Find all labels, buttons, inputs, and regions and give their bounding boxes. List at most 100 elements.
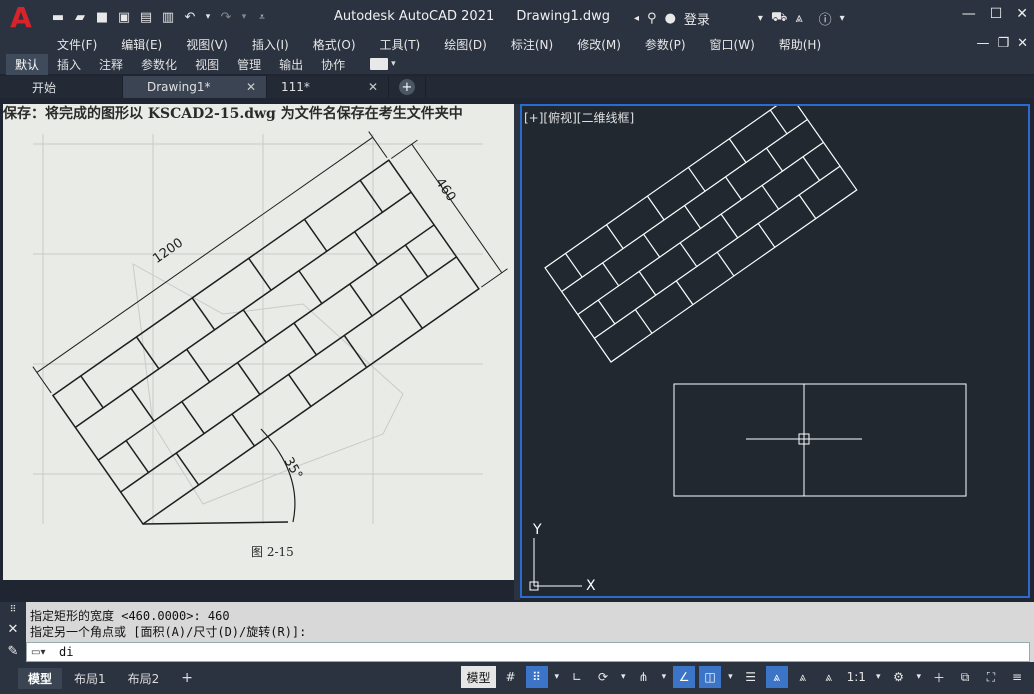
isolate-objects-icon[interactable]: ⧉ xyxy=(954,666,976,688)
layout-tab-layout2[interactable]: 布局2 xyxy=(118,668,170,689)
publish-icon[interactable]: ▤ xyxy=(138,9,154,25)
command-input[interactable] xyxy=(59,645,559,659)
close-icon[interactable]: ✕ xyxy=(1016,6,1028,22)
doc-minimize-icon[interactable]: — xyxy=(976,36,989,51)
isodraft-icon[interactable]: ⋔ xyxy=(633,666,655,688)
menu-edit[interactable]: 编辑(E) xyxy=(121,36,162,53)
ribbon-tab-annotate[interactable]: 注释 xyxy=(90,54,132,75)
autocad-logo[interactable]: A xyxy=(0,0,42,34)
new-icon[interactable]: ▬ xyxy=(50,9,66,25)
auto-scale-icon[interactable]: ⩓ xyxy=(792,666,814,688)
doc-restore-icon[interactable]: ❐ xyxy=(997,36,1009,51)
file-tabs: 开始 Drawing1* ✕ 111* ✕ + xyxy=(0,76,1034,98)
lineweight-icon[interactable]: ☰ xyxy=(740,666,762,688)
file-tab-111[interactable]: 111* ✕ xyxy=(267,76,389,98)
menu-draw[interactable]: 绘图(D) xyxy=(444,36,487,53)
polar-dropdown-icon[interactable]: ▾ xyxy=(618,666,629,688)
object-snap-dropdown-icon[interactable]: ▾ xyxy=(725,666,736,688)
plus-icon: + xyxy=(399,79,415,95)
workspace-dropdown-icon[interactable]: ▾ xyxy=(913,666,924,688)
cart-icon[interactable]: ⛟ xyxy=(771,10,787,27)
login-dropdown-icon[interactable]: ▾ xyxy=(758,13,763,24)
file-tab-label: 111* xyxy=(281,80,310,94)
command-customize-icon[interactable]: ✎ xyxy=(8,644,19,659)
clean-screen-icon[interactable]: ⛶ xyxy=(980,666,1002,688)
app-name: Autodesk AutoCAD 2021 xyxy=(334,9,495,24)
autodesk-app-icon[interactable]: ⩓ xyxy=(795,11,802,26)
menu-dimension[interactable]: 标注(N) xyxy=(511,36,553,53)
help-icon[interactable]: ⓘ xyxy=(819,9,832,28)
tab-close-icon[interactable]: ✕ xyxy=(246,80,256,94)
menu-modify[interactable]: 修改(M) xyxy=(577,36,621,53)
snap-icon[interactable]: ⠿ xyxy=(525,666,548,688)
file-tab-start[interactable]: 开始 xyxy=(0,76,123,98)
gear-icon[interactable]: ⚙ xyxy=(887,666,909,688)
ribbon-tab-collaborate[interactable]: 协作 xyxy=(312,54,354,75)
customization-menu-icon[interactable]: ≡ xyxy=(1006,666,1028,688)
user-icon[interactable]: ● xyxy=(665,11,676,26)
ribbon-tab-parametric[interactable]: 参数化 xyxy=(132,54,186,75)
layout-tab-model[interactable]: 模型 xyxy=(18,667,63,689)
search-arrow-icon[interactable]: ◂ xyxy=(634,13,639,24)
menu-window[interactable]: 窗口(W) xyxy=(710,36,755,53)
new-tab-button[interactable]: + xyxy=(389,76,426,98)
menu-tools[interactable]: 工具(T) xyxy=(380,36,421,53)
drawing-canvas[interactable]: [+][俯视][二维线框] Y X xyxy=(520,104,1030,598)
search-icon[interactable]: ⚲ xyxy=(647,11,657,26)
command-grip-icon[interactable]: ⠿ xyxy=(10,605,17,615)
command-prompt-icon[interactable]: ▭▾ xyxy=(31,644,59,660)
scale-dropdown[interactable]: 1:1 xyxy=(844,666,869,688)
maximize-icon[interactable]: ☐ xyxy=(990,6,1003,22)
file-tab-drawing1[interactable]: Drawing1* ✕ xyxy=(123,76,267,98)
add-icon[interactable]: ＋ xyxy=(928,666,950,688)
object-snap-tracking-icon[interactable]: ∠ xyxy=(673,666,696,688)
save-icon[interactable]: ■ xyxy=(94,9,110,25)
ribbon-tab-home[interactable]: 默认 xyxy=(6,53,49,75)
ribbon-dropdown-icon[interactable]: ▾ xyxy=(391,59,396,69)
plot-icon[interactable]: ▥ xyxy=(160,9,176,25)
command-history-line: 指定矩形的宽度 <460.0000>: 460 xyxy=(30,609,230,623)
ortho-icon[interactable]: ∟ xyxy=(566,666,588,688)
scale-dropdown-icon[interactable]: ▾ xyxy=(873,666,884,688)
reference-image-viewport[interactable]: 保存：将完成的图形以 KSCAD2-15.dwg 为文件名保存在考生文件夹中 1… xyxy=(3,104,514,580)
menu-help[interactable]: 帮助(H) xyxy=(779,36,821,53)
crosshair-cursor xyxy=(746,384,862,496)
command-line: ▭▾ xyxy=(26,642,1030,662)
command-close-icon[interactable]: ✕ xyxy=(8,622,19,637)
save-as-icon[interactable]: ▣ xyxy=(116,9,132,25)
add-layout-icon[interactable]: + xyxy=(171,668,203,688)
ribbon-tab-output[interactable]: 输出 xyxy=(270,54,312,75)
redo-icon[interactable]: ↷ xyxy=(218,9,234,25)
model-space-button[interactable]: 模型 xyxy=(461,666,496,688)
undo-icon[interactable]: ↶ xyxy=(182,9,198,25)
document-name: Drawing1.dwg xyxy=(516,9,610,24)
isodraft-dropdown-icon[interactable]: ▾ xyxy=(659,666,670,688)
menu-insert[interactable]: 插入(I) xyxy=(252,36,289,53)
open-icon[interactable]: ▰ xyxy=(72,9,88,25)
grid-icon[interactable]: # xyxy=(500,666,522,688)
command-history-line: 指定另一个角点或 [面积(A)/尺寸(D)/旋转(R)]: xyxy=(30,625,307,639)
help-dropdown-icon[interactable]: ▾ xyxy=(840,13,845,24)
ribbon-tab-manage[interactable]: 管理 xyxy=(228,54,270,75)
object-snap-icon[interactable]: ◫ xyxy=(699,666,722,688)
tab-close-icon[interactable]: ✕ xyxy=(368,80,378,94)
ribbon-minimize-icon[interactable] xyxy=(370,58,389,70)
annotation-visibility-icon[interactable]: ⩓ xyxy=(765,666,788,688)
polar-icon[interactable]: ⟳ xyxy=(592,666,614,688)
ribbon-tab-insert[interactable]: 插入 xyxy=(48,54,90,75)
menu-parametric[interactable]: 参数(P) xyxy=(645,36,686,53)
doc-close-icon[interactable]: ✕ xyxy=(1017,36,1028,51)
menu-file[interactable]: 文件(F) xyxy=(57,36,97,53)
login-button[interactable]: 登录 xyxy=(684,9,710,28)
ribbon-tabs: 默认 插入 注释 参数化 视图 管理 输出 协作 ▾ xyxy=(0,53,1034,75)
minimize-icon[interactable]: — xyxy=(962,6,976,22)
menu-view[interactable]: 视图(V) xyxy=(186,36,228,53)
snap-dropdown-icon[interactable]: ▾ xyxy=(552,666,563,688)
layout-tab-layout1[interactable]: 布局1 xyxy=(64,668,116,689)
ribbon-tab-view[interactable]: 视图 xyxy=(186,54,228,75)
qat-menu-icon[interactable]: ⩡ xyxy=(254,9,270,25)
undo-dropdown-icon[interactable]: ▾ xyxy=(204,9,212,25)
redo-dropdown-icon[interactable]: ▾ xyxy=(240,9,248,25)
annotation-scale-icon[interactable]: ⩓ xyxy=(818,666,840,688)
menu-format[interactable]: 格式(O) xyxy=(313,36,356,53)
